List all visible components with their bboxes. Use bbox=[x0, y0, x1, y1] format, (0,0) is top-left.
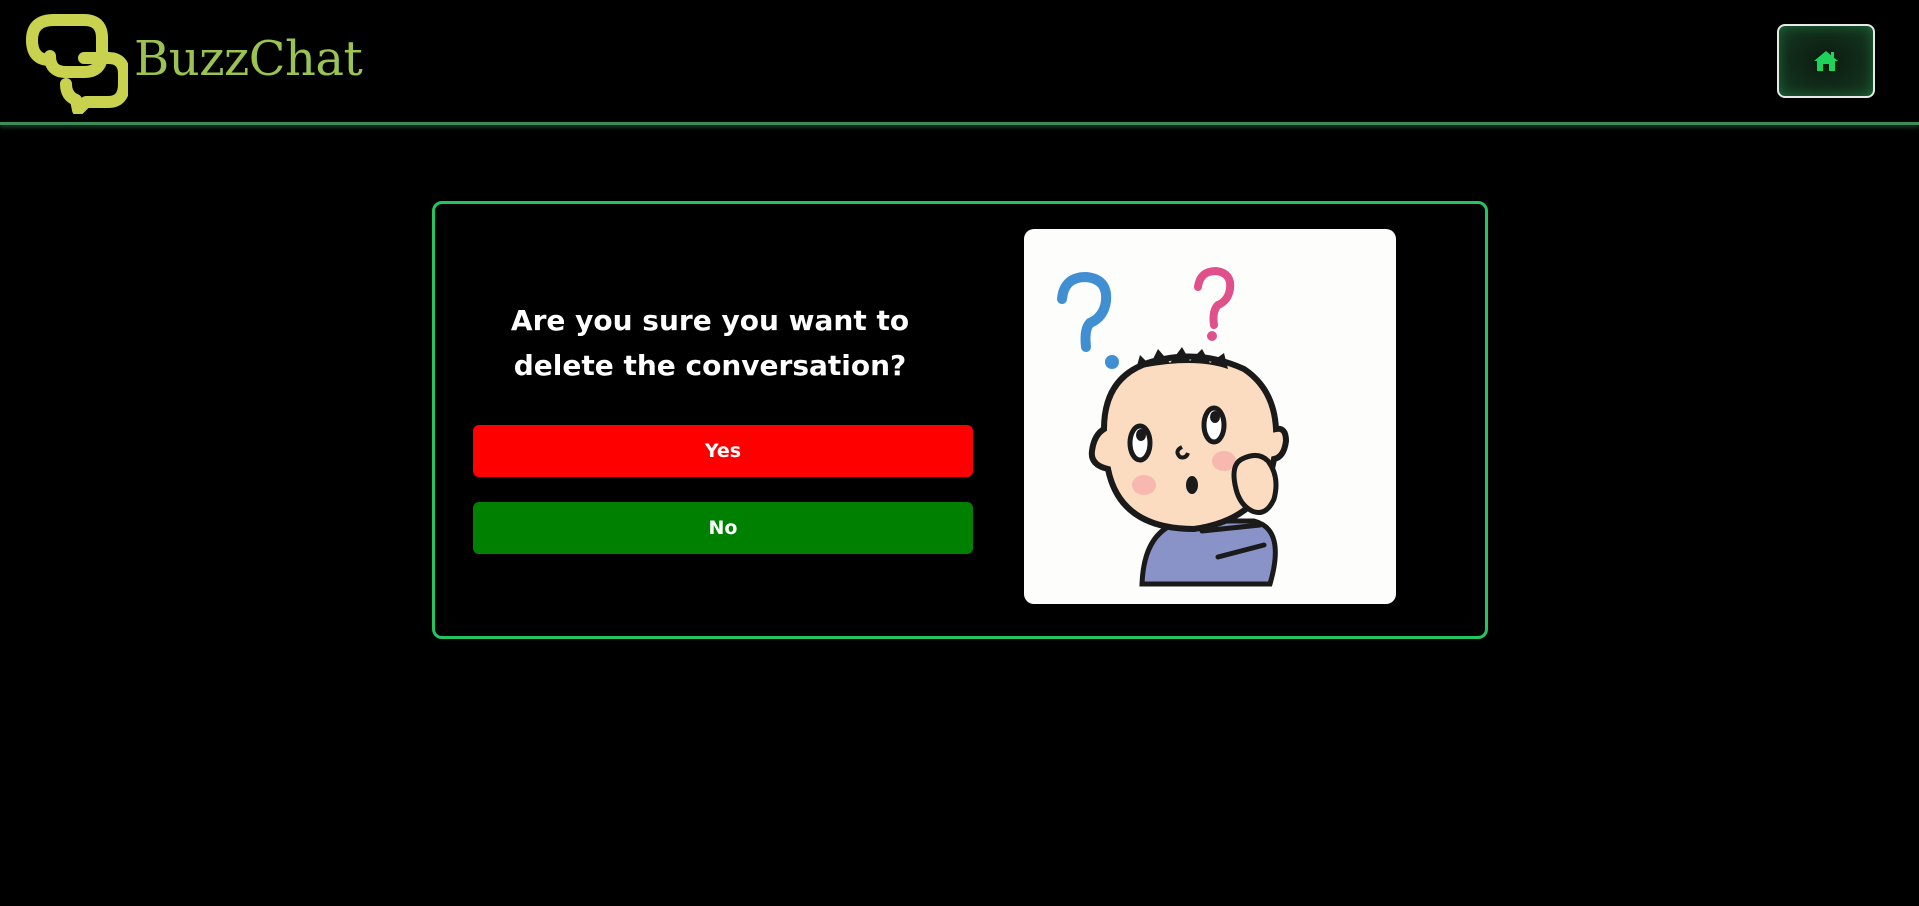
brand-name: BuzzChat bbox=[134, 31, 363, 87]
confused-boy-illustration bbox=[1024, 229, 1396, 604]
yes-button[interactable]: Yes bbox=[473, 425, 973, 477]
dialog-question: Are you sure you want to delete the conv… bbox=[510, 304, 910, 382]
navbar: BuzzChat bbox=[0, 0, 1919, 122]
chat-bubbles-logo-icon bbox=[25, 14, 128, 114]
home-button[interactable] bbox=[1777, 24, 1875, 98]
navbar-divider bbox=[0, 122, 1919, 125]
confused-boy-icon bbox=[1057, 266, 1290, 587]
brand[interactable]: BuzzChat bbox=[24, 10, 363, 114]
home-icon bbox=[1814, 51, 1838, 71]
no-button[interactable]: No bbox=[473, 502, 973, 554]
